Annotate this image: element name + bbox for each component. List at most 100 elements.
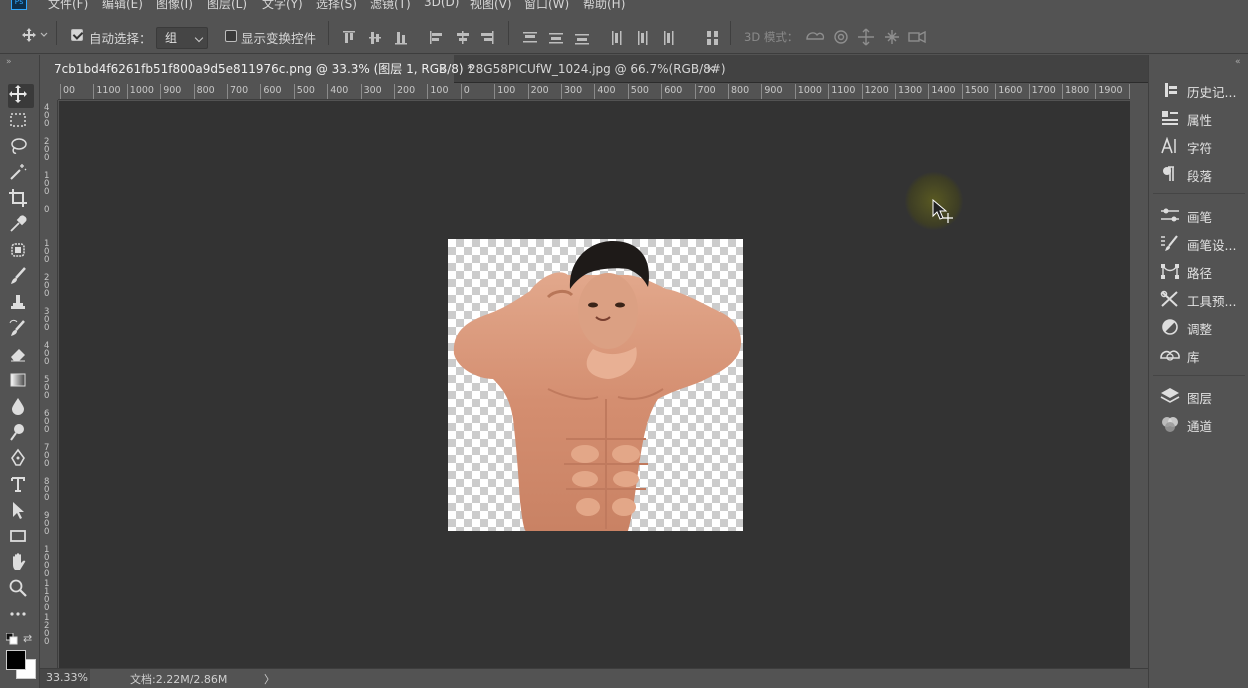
zoom-tool-icon[interactable]: [8, 578, 34, 602]
menu-edit[interactable]: 编辑(E): [102, 0, 143, 12]
menu-select[interactable]: 选择(S): [316, 0, 357, 12]
panel-paths[interactable]: 路径: [1157, 258, 1245, 284]
ruler-tick: [126, 84, 128, 99]
chevron-right-icon[interactable]: 〉: [264, 671, 275, 687]
document-image[interactable]: [448, 239, 743, 531]
tool-presets-icon: [1160, 290, 1178, 307]
tab-document-2[interactable]: 28G58PICUfW_1024.jpg @ 66.7%(RGB/8#) ×: [454, 55, 726, 83]
ruler-label: 1400: [931, 85, 956, 96]
ruler-label: 800: [731, 85, 750, 96]
menu-window[interactable]: 窗口(W): [524, 0, 569, 12]
ruler-label: 1700: [1031, 85, 1056, 96]
menu-image[interactable]: 图像(I): [156, 0, 193, 12]
menu-help[interactable]: 帮助(H): [583, 0, 625, 12]
collapse-icon[interactable]: «: [1235, 57, 1241, 67]
panel-label: 图层: [1187, 391, 1213, 406]
collapse-icon[interactable]: »: [6, 57, 12, 67]
ruler-tick: [1062, 84, 1063, 99]
panel-tool-presets[interactable]: 工具预...: [1157, 286, 1245, 312]
ruler-tick: [260, 84, 262, 99]
menu-filter[interactable]: 滤镜(T): [370, 0, 411, 12]
eraser-tool-icon[interactable]: [8, 344, 34, 368]
dodge-tool-icon[interactable]: [8, 422, 34, 446]
document-tabs: 7cb1bd4f6261fb51f800a9d5e811976c.png @ 3…: [40, 55, 1148, 83]
ruler-label: 1500: [964, 85, 989, 96]
auto-select-dropdown[interactable]: 组: [156, 27, 208, 49]
path-selection-tool-icon[interactable]: [8, 500, 34, 524]
ruler-label: 7 0 0: [44, 443, 50, 469]
ruler-tick: [293, 84, 295, 99]
panel-character[interactable]: 字符: [1157, 133, 1245, 159]
auto-align-icon[interactable]: [706, 30, 720, 49]
panel-adjustments[interactable]: 调整: [1157, 314, 1245, 340]
ruler-tick: [394, 84, 395, 99]
panel-properties[interactable]: 属性: [1157, 105, 1245, 131]
rectangle-tool-icon[interactable]: [8, 526, 34, 550]
auto-select-checkbox[interactable]: [71, 29, 83, 41]
ruler-label: 700: [697, 85, 716, 96]
ruler-label: 4 0 0: [44, 341, 50, 367]
crop-tool-icon[interactable]: [8, 188, 34, 212]
swap-colors-icon[interactable]: ⇄: [23, 632, 32, 645]
eyedropper-tool-icon[interactable]: [8, 214, 34, 238]
ruler-tick: [928, 84, 930, 99]
ruler-label: 1 1 0 0: [44, 579, 50, 613]
ruler-label: 2 0 0: [44, 273, 50, 299]
ruler-tick: [561, 84, 562, 99]
menu-view[interactable]: 视图(V): [470, 0, 512, 12]
ruler-tick: [494, 84, 496, 99]
move-tool-icon[interactable]: [8, 84, 34, 108]
ruler-tick: [794, 84, 796, 99]
marquee-tool-icon[interactable]: [8, 110, 34, 134]
close-icon[interactable]: ×: [706, 55, 715, 83]
ruler-tick: [527, 84, 529, 99]
zoom-level[interactable]: 33.33%: [40, 669, 90, 688]
magic-wand-tool-icon[interactable]: [8, 162, 34, 186]
ruler-tick: [694, 84, 696, 99]
paragraph-icon: [1163, 166, 1174, 181]
foreground-color-swatch[interactable]: [6, 650, 26, 670]
ruler-tick: [661, 84, 663, 99]
hand-tool-icon[interactable]: [8, 552, 34, 576]
panel-channels[interactable]: 通道: [1157, 411, 1245, 437]
photoshop-logo: Ps: [11, 0, 27, 10]
history-brush-tool-icon[interactable]: [8, 318, 34, 342]
move-tool-preset-icon[interactable]: [22, 28, 48, 45]
blur-tool-icon[interactable]: [8, 396, 34, 420]
document-info[interactable]: 文档:2.22M/2.86M: [130, 671, 227, 687]
more-tools-icon[interactable]: [8, 604, 34, 628]
panel-history[interactable]: 历史记...: [1157, 77, 1245, 103]
vertical-ruler[interactable]: 4 0 0 2 0 0 1 0 0 0 1 0 0 2 0 0 3 0 0 4 0 0 5 0 …: [40, 100, 58, 668]
menu-3d[interactable]: 3D(D): [424, 0, 459, 9]
panel-layers[interactable]: 图层: [1157, 383, 1245, 409]
pen-tool-icon[interactable]: [8, 448, 34, 472]
healing-brush-tool-icon[interactable]: [8, 240, 34, 264]
menu-layer[interactable]: 图层(L): [207, 0, 247, 12]
panel-libraries[interactable]: 库: [1157, 342, 1245, 368]
tools-panel: » ⇄: [0, 55, 40, 688]
ruler-tick: [193, 84, 195, 99]
type-tool-icon[interactable]: [8, 474, 34, 498]
show-transform-checkbox[interactable]: [225, 30, 237, 42]
ruler-label: 9 0 0: [44, 511, 50, 537]
clone-stamp-tool-icon[interactable]: [8, 292, 34, 316]
panel-brush[interactable]: 画笔: [1157, 202, 1245, 228]
default-colors-icon[interactable]: [5, 632, 18, 648]
ruler-label: 300: [564, 85, 583, 96]
ruler-tick: [427, 84, 429, 99]
layers-icon: [1160, 388, 1180, 403]
brush-tool-icon[interactable]: [8, 266, 34, 290]
menu-type[interactable]: 文字(Y): [262, 0, 303, 12]
ruler-label: 700: [230, 85, 249, 96]
ruler-label: 4 0 0: [44, 103, 50, 129]
tab-document-1[interactable]: 7cb1bd4f6261fb51f800a9d5e811976c.png @ 3…: [40, 55, 473, 83]
lasso-tool-icon[interactable]: [8, 136, 34, 160]
horizontal-ruler[interactable]: 00 1100 1000 900 800 700 600 500 400 300 200 100 0 10…: [58, 84, 1130, 100]
panel-brush-settings[interactable]: 画笔设...: [1157, 230, 1245, 256]
menu-file[interactable]: 文件(F): [48, 0, 88, 12]
panel-paragraph[interactable]: 段落: [1157, 161, 1245, 187]
gradient-tool-icon[interactable]: [8, 370, 34, 394]
ruler-label: 500: [296, 85, 315, 96]
close-icon[interactable]: ×: [438, 55, 447, 83]
adjustments-icon: [1162, 319, 1178, 335]
